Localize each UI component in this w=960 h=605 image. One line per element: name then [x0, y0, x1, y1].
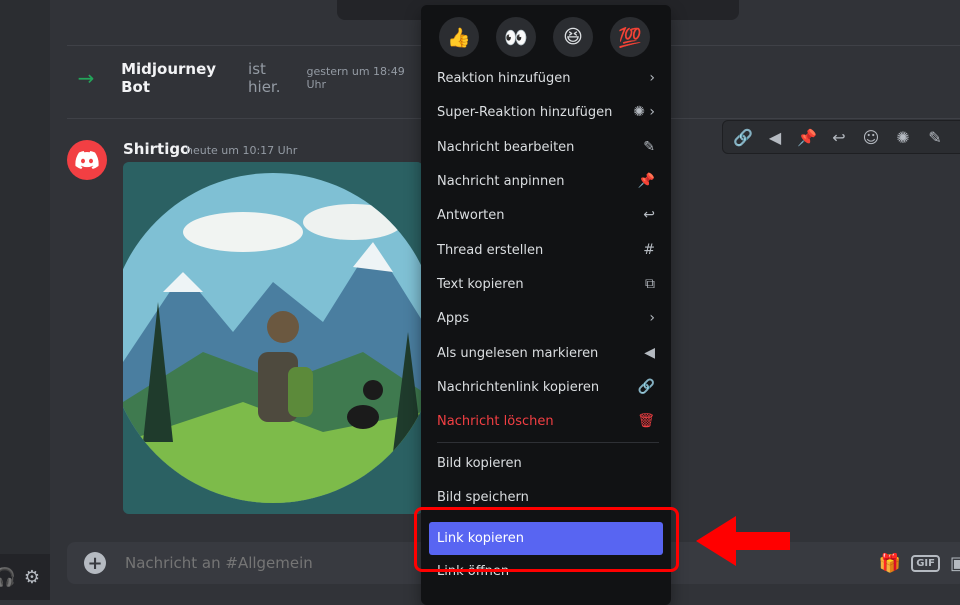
unread-flag-icon[interactable]: ◀: [759, 122, 791, 152]
pencil-icon: ✎: [643, 139, 655, 155]
menu-item-label: Als ungelesen markieren: [437, 345, 599, 361]
reply-icon[interactable]: ↩: [823, 122, 855, 152]
sticker-icon[interactable]: ▣: [950, 553, 960, 574]
menu-item-label: Bild kopieren: [437, 455, 522, 471]
composer-actions: 🎁 GIF ▣: [879, 542, 960, 584]
menu-item-mark-unread[interactable]: Als ungelesen markieren ◀: [429, 337, 663, 369]
pencil-icon[interactable]: ✎: [919, 122, 951, 152]
chevron-right-icon: ›: [649, 70, 655, 86]
message-author[interactable]: Shirtigo: [123, 140, 190, 158]
super-reaction-icon: ✺ ›: [633, 104, 655, 120]
unread-flag-icon: ◀: [644, 345, 655, 361]
menu-item-label: Nachricht löschen: [437, 413, 554, 429]
hundred-points-emoji-button[interactable]: 💯: [610, 17, 650, 57]
join-arrow-icon: →: [77, 66, 95, 90]
quick-reactions: 👍 👀 😆 💯: [439, 17, 650, 57]
laughing-emoji-button[interactable]: 😆: [553, 17, 593, 57]
pin-icon: 📌: [637, 173, 655, 189]
thumbs-up-emoji-button[interactable]: 👍: [439, 17, 479, 57]
eyes-emoji-button[interactable]: 👀: [496, 17, 536, 57]
menu-item-label: Text kopieren: [437, 276, 524, 292]
message-hover-toolbar: 🔗 ◀ 📌 ↩ ☺ ✺ ✎: [722, 120, 960, 154]
menu-item-copy-image[interactable]: Bild kopieren: [429, 447, 663, 479]
menu-item-label: Nachricht anpinnen: [437, 173, 565, 189]
server-sidebar: [0, 0, 50, 600]
annotation-highlight-box: [414, 507, 679, 572]
link-icon: 🔗: [637, 379, 655, 395]
menu-item-pin-message[interactable]: Nachricht anpinnen 📌: [429, 165, 663, 197]
join-text: ist hier.: [248, 60, 281, 96]
user-panel: 🎧 ⚙: [0, 554, 50, 600]
menu-item-label: Bild speichern: [437, 489, 529, 505]
plus-upload-icon[interactable]: +: [84, 552, 106, 574]
menu-item-copy-message-link[interactable]: Nachrichtenlink kopieren 🔗: [429, 371, 663, 403]
settings-gear-icon[interactable]: ⚙: [24, 567, 40, 588]
menu-item-label: Super-Reaktion hinzufügen: [437, 104, 613, 120]
join-username[interactable]: Midjourney Bot: [121, 60, 244, 96]
link-icon[interactable]: 🔗: [727, 122, 759, 152]
menu-item-label: Reaktion hinzufügen: [437, 70, 571, 86]
trash-icon: 🗑: [637, 413, 655, 429]
chevron-right-icon: ›: [649, 310, 655, 326]
gift-icon[interactable]: 🎁: [879, 553, 901, 574]
gif-button[interactable]: GIF: [911, 554, 940, 572]
menu-item-label: Apps: [437, 310, 470, 326]
menu-item-label: Nachricht bearbeiten: [437, 139, 575, 155]
copy-icon: ⧉: [645, 276, 655, 292]
add-reaction-icon[interactable]: ☺: [855, 122, 887, 152]
message-image-attachment[interactable]: [123, 162, 423, 514]
pin-icon[interactable]: 📌: [791, 122, 823, 152]
menu-item-edit-message[interactable]: Nachricht bearbeiten ✎: [429, 131, 663, 163]
reply-icon: ↩: [643, 207, 655, 223]
system-join-message: → Midjourney Bot ist hier. gestern um 18…: [67, 60, 422, 96]
headset-icon[interactable]: 🎧: [0, 567, 16, 588]
menu-separator: [437, 442, 659, 443]
menu-item-add-reaction[interactable]: Reaktion hinzufügen ›: [429, 62, 663, 94]
discord-logo-icon: [75, 151, 99, 169]
menu-item-create-thread[interactable]: Thread erstellen #: [429, 234, 663, 266]
annotation-arrow-icon: [696, 516, 790, 566]
menu-item-delete-message[interactable]: Nachricht löschen 🗑: [429, 405, 663, 437]
menu-item-label: Antworten: [437, 207, 505, 223]
menu-item-copy-text[interactable]: Text kopieren ⧉: [429, 268, 663, 300]
menu-item-apps[interactable]: Apps ›: [429, 302, 663, 334]
join-timestamp: gestern um 18:49 Uhr: [306, 65, 405, 91]
menu-item-reply[interactable]: Antworten ↩: [429, 199, 663, 231]
thread-icon: #: [643, 242, 655, 258]
super-reaction-icon[interactable]: ✺: [887, 122, 919, 152]
menu-item-label: Nachrichtenlink kopieren: [437, 379, 600, 395]
menu-item-add-super-reaction[interactable]: Super-Reaktion hinzufügen ✺ ›: [429, 96, 663, 128]
menu-item-label: Thread erstellen: [437, 242, 544, 258]
message-timestamp: heute um 10:17 Uhr: [186, 144, 298, 157]
avatar[interactable]: [67, 140, 107, 180]
